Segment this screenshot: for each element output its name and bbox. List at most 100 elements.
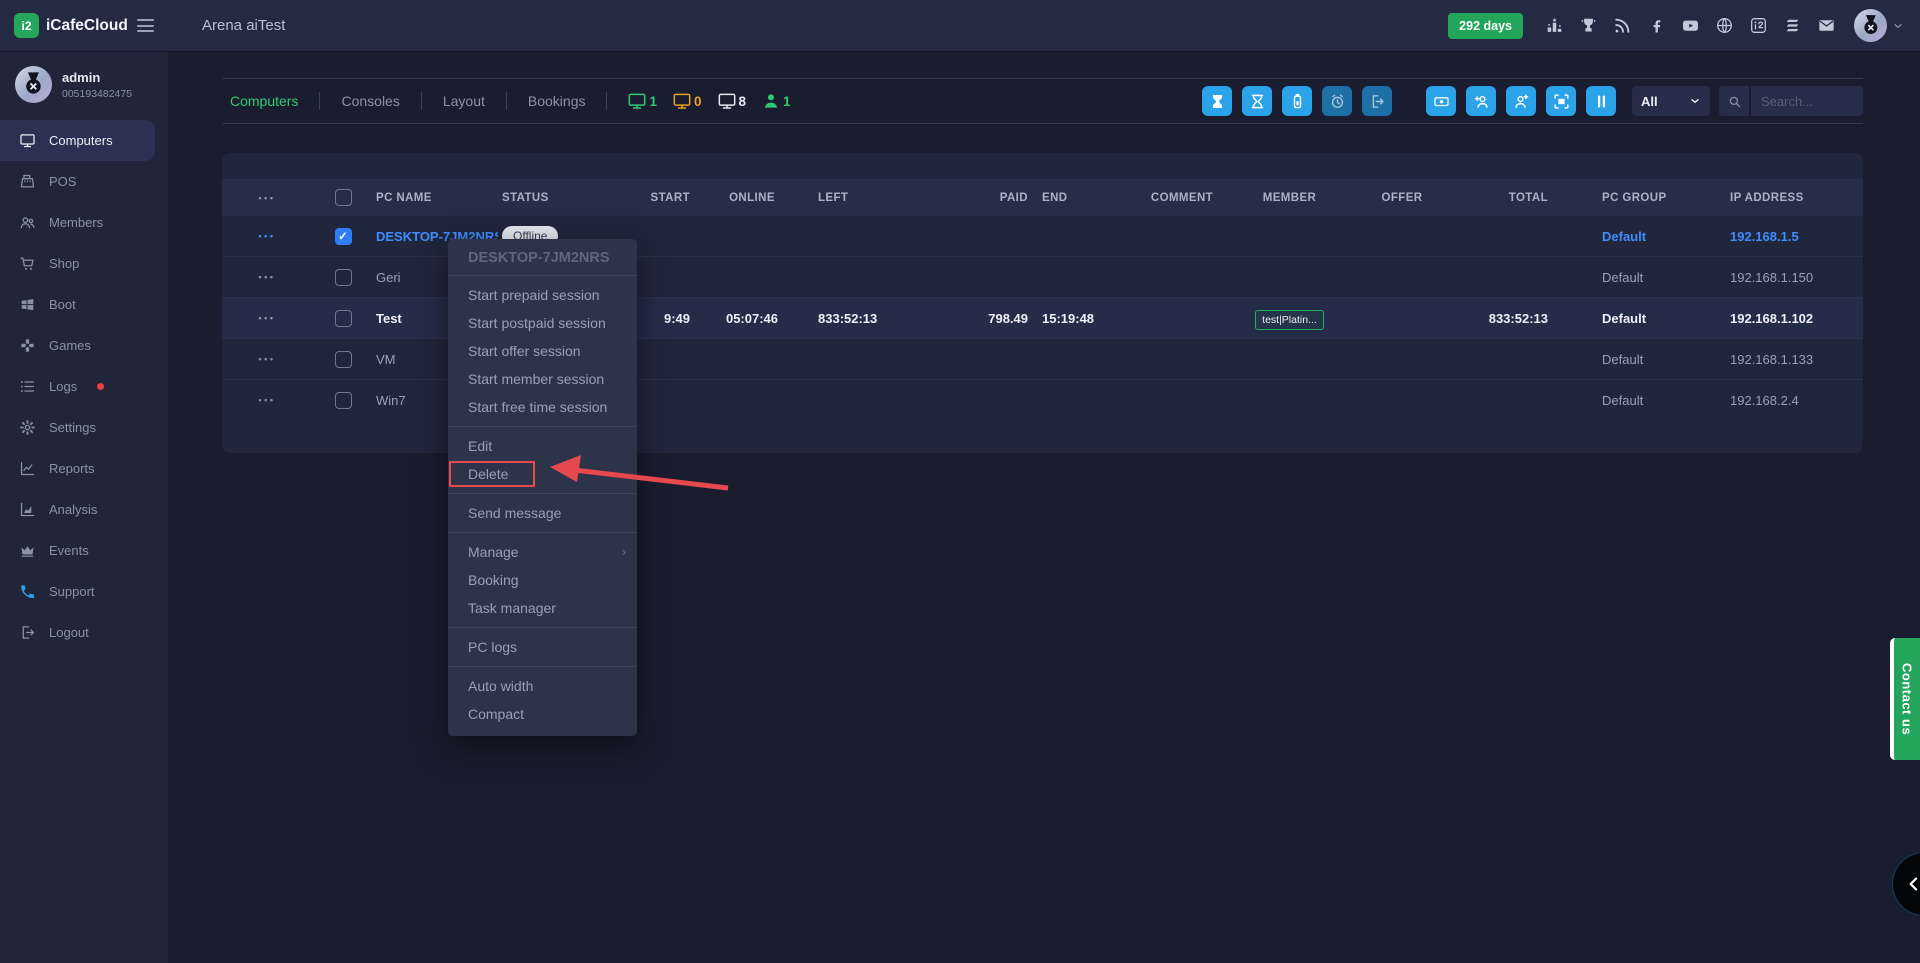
globe-icon[interactable] bbox=[1715, 16, 1734, 35]
pc-name-link[interactable]: VM bbox=[376, 352, 396, 367]
context-menu-item-task-manager[interactable]: Task manager bbox=[448, 594, 637, 622]
context-menu-item-delete[interactable]: Delete bbox=[448, 460, 637, 488]
context-menu: DESKTOP-7JM2NRS Start prepaid sessionSta… bbox=[448, 239, 637, 736]
facebook-icon[interactable] bbox=[1647, 16, 1666, 35]
assign-member-button[interactable] bbox=[1506, 86, 1536, 116]
context-menu-item-start-prepaid-session[interactable]: Start prepaid session bbox=[448, 281, 637, 309]
tab-layout[interactable]: Layout bbox=[422, 92, 507, 110]
mail-icon[interactable] bbox=[1817, 16, 1836, 35]
pause-button[interactable] bbox=[1586, 86, 1616, 116]
context-menu-item-start-postpaid-session[interactable]: Start postpaid session bbox=[448, 309, 637, 337]
sidebar-item-pos[interactable]: POS bbox=[0, 161, 155, 202]
tab-bar: ComputersConsolesLayoutBookings bbox=[222, 92, 607, 110]
user-avatar[interactable] bbox=[15, 66, 52, 103]
context-menu-item-edit[interactable]: Edit bbox=[448, 432, 637, 460]
sidebar-item-logs[interactable]: Logs bbox=[0, 366, 155, 407]
context-menu-item-manage[interactable]: Manage› bbox=[448, 538, 637, 566]
trophy-icon[interactable] bbox=[1579, 16, 1598, 35]
context-menu-item-compact[interactable]: Compact bbox=[448, 700, 637, 728]
row-checkbox[interactable] bbox=[335, 310, 352, 327]
sidebar-item-support[interactable]: Support bbox=[0, 571, 155, 612]
icafe-icon[interactable] bbox=[1749, 16, 1768, 35]
row-actions-button[interactable]: ••• bbox=[255, 350, 280, 368]
context-menu-item-pc-logs[interactable]: PC logs bbox=[448, 633, 637, 661]
pages-icon[interactable] bbox=[1783, 16, 1802, 35]
paid-cell: 798.49 bbox=[942, 311, 1032, 326]
app-logo[interactable]: i2 iCafeCloud bbox=[14, 13, 128, 38]
context-menu-item-auto-width[interactable]: Auto width bbox=[448, 672, 637, 700]
row-checkbox[interactable] bbox=[335, 269, 352, 286]
search-box bbox=[1719, 86, 1863, 116]
sidebar-item-shop[interactable]: Shop bbox=[0, 243, 155, 284]
ip-address-link[interactable]: 192.168.1.133 bbox=[1730, 352, 1813, 367]
row-checkbox[interactable] bbox=[335, 228, 352, 245]
sidebar-item-reports[interactable]: Reports bbox=[0, 448, 155, 489]
ip-address-link[interactable]: 192.168.2.4 bbox=[1730, 393, 1799, 408]
pc-name-link[interactable]: Test bbox=[376, 311, 402, 326]
start-prepaid-session-button[interactable] bbox=[1202, 86, 1232, 116]
row-actions-button[interactable]: ••• bbox=[255, 309, 280, 327]
payment-button[interactable] bbox=[1426, 86, 1456, 116]
person-icon bbox=[761, 91, 781, 111]
topbar: i2 iCafeCloud Arena aiTest 292 days bbox=[0, 0, 1920, 51]
screenshot-button[interactable] bbox=[1546, 86, 1576, 116]
sidebar-item-events[interactable]: Events bbox=[0, 530, 155, 571]
left-cell: 833:52:13 bbox=[812, 311, 942, 326]
subscription-days-badge[interactable]: 292 days bbox=[1448, 13, 1523, 39]
start-postpaid-session-button[interactable] bbox=[1242, 86, 1272, 116]
contact-us-tab[interactable]: Contact us bbox=[1890, 638, 1920, 760]
sidebar-item-games[interactable]: Games bbox=[0, 325, 155, 366]
pc-group-link[interactable]: Default bbox=[1602, 229, 1646, 244]
ip-address-link[interactable]: 192.168.1.102 bbox=[1730, 311, 1813, 326]
sidebar-item-members[interactable]: Members bbox=[0, 202, 155, 243]
check-out-button[interactable] bbox=[1362, 86, 1392, 116]
select-all-checkbox[interactable] bbox=[335, 189, 352, 206]
action-buttons bbox=[1202, 86, 1616, 116]
tab-bookings[interactable]: Bookings bbox=[507, 92, 608, 110]
user-avatar[interactable] bbox=[1854, 9, 1887, 42]
chevron-down-icon[interactable] bbox=[1892, 20, 1904, 32]
ip-address-link[interactable]: 192.168.1.5 bbox=[1730, 229, 1799, 244]
search-icon[interactable] bbox=[1719, 86, 1749, 116]
pc-name-link[interactable]: Win7 bbox=[376, 393, 406, 408]
row-actions-button[interactable]: ••• bbox=[255, 391, 280, 409]
search-input[interactable] bbox=[1751, 86, 1863, 116]
ranking-icon[interactable] bbox=[1545, 16, 1564, 35]
context-menu-item-start-free-time-session[interactable]: Start free time session bbox=[448, 393, 637, 421]
row-checkbox[interactable] bbox=[335, 351, 352, 368]
row-actions-button[interactable]: ••• bbox=[255, 268, 280, 286]
row-checkbox[interactable] bbox=[335, 392, 352, 409]
pc-filter-select[interactable]: All bbox=[1632, 86, 1710, 116]
context-menu-item-booking[interactable]: Booking bbox=[448, 566, 637, 594]
chart-area-icon bbox=[19, 501, 36, 518]
sidebar-item-computers[interactable]: Computers bbox=[0, 120, 155, 161]
pc-group-link[interactable]: Default bbox=[1602, 352, 1643, 367]
app-logo-text: iCafeCloud bbox=[46, 17, 128, 35]
pc-group-link[interactable]: Default bbox=[1602, 270, 1643, 285]
pc-name-link[interactable]: Geri bbox=[376, 270, 401, 285]
pc-group-link[interactable]: Default bbox=[1602, 393, 1643, 408]
context-menu-item-send-message[interactable]: Send message bbox=[448, 499, 637, 527]
rss-icon[interactable] bbox=[1613, 16, 1632, 35]
column-header-pc-group: PC GROUP bbox=[1562, 192, 1702, 204]
pc-group-link[interactable]: Default bbox=[1602, 311, 1646, 326]
pc-group-cell: Default bbox=[1562, 229, 1702, 244]
context-menu-item-start-member-session[interactable]: Start member session bbox=[448, 365, 637, 393]
ip-address-link[interactable]: 192.168.1.150 bbox=[1730, 270, 1813, 285]
menu-toggle-button[interactable] bbox=[135, 17, 156, 34]
sidebar-item-settings[interactable]: Settings bbox=[0, 407, 155, 448]
youtube-icon[interactable] bbox=[1681, 16, 1700, 35]
sidebar-item-logout[interactable]: Logout bbox=[0, 612, 155, 653]
tab-consoles[interactable]: Consoles bbox=[320, 92, 421, 110]
context-menu-item-start-offer-session[interactable]: Start offer session bbox=[448, 337, 637, 365]
sidebar-item-boot[interactable]: Boot bbox=[0, 284, 155, 325]
start-offer-session-button[interactable] bbox=[1282, 86, 1312, 116]
sidebar-item-analysis[interactable]: Analysis bbox=[0, 489, 155, 530]
chat-widget-button[interactable] bbox=[1892, 852, 1920, 916]
row-actions-button[interactable]: ••• bbox=[255, 227, 280, 245]
column-header-start: START bbox=[614, 192, 692, 204]
timed-session-button[interactable] bbox=[1322, 86, 1352, 116]
context-menu-item-label: Task manager bbox=[468, 600, 556, 616]
tab-computers[interactable]: Computers bbox=[222, 92, 320, 110]
add-member-button[interactable] bbox=[1466, 86, 1496, 116]
